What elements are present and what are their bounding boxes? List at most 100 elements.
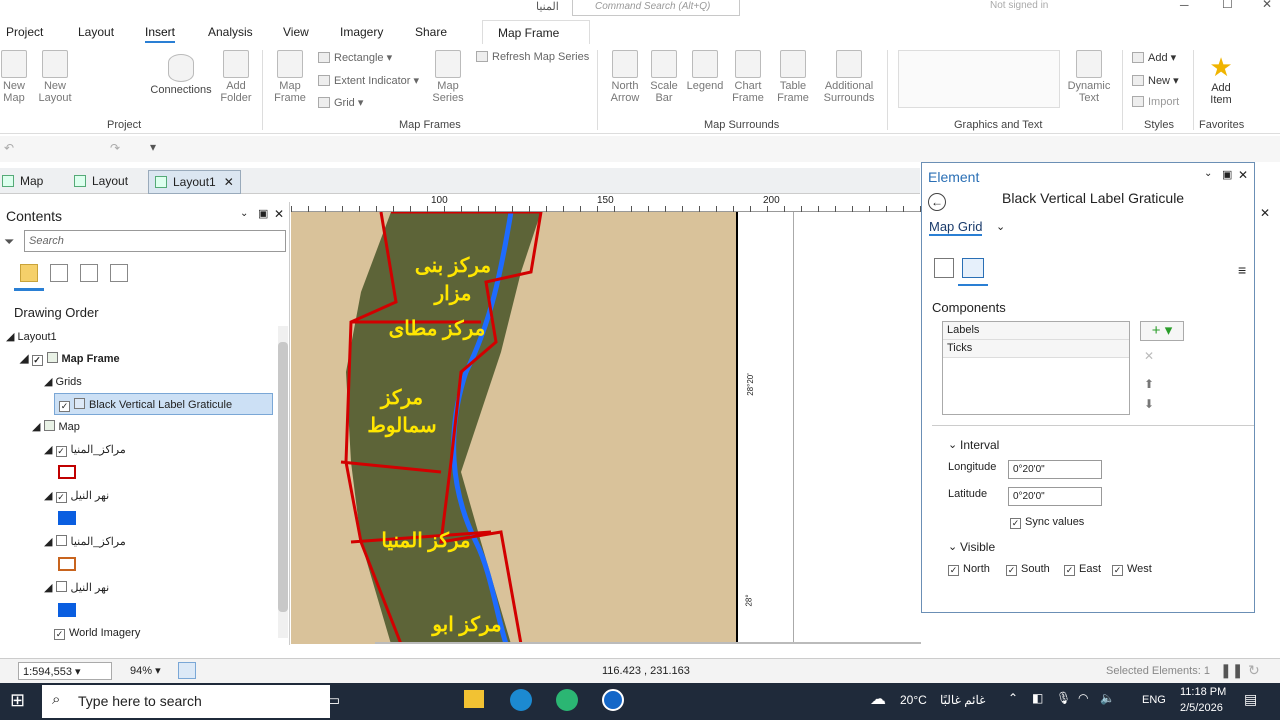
list-by-editing-icon[interactable] bbox=[110, 264, 128, 282]
arcgis-pro-icon[interactable] bbox=[602, 689, 624, 711]
layer-row-basemap[interactable]: ✓ World Imagery bbox=[54, 627, 140, 640]
grid-button[interactable]: Grid ▾ bbox=[318, 96, 363, 109]
add-folder-button[interactable]: Add Folder bbox=[218, 50, 254, 104]
component-row-ticks[interactable]: Ticks bbox=[943, 340, 1129, 358]
tree-layout1[interactable]: ◢ Layout1 bbox=[6, 330, 57, 343]
connections-button[interactable]: Connections bbox=[148, 54, 214, 96]
contents-scrollbar[interactable] bbox=[278, 326, 288, 638]
style-new-button[interactable]: New ▾ bbox=[1132, 74, 1179, 87]
layer-row[interactable]: ◢ ✓ نهر النيل bbox=[44, 489, 109, 503]
refresh-map-series-button[interactable]: Refresh Map Series bbox=[476, 51, 589, 63]
interval-chevron-icon[interactable]: ⌄ bbox=[948, 438, 957, 451]
close-icon[interactable]: ✕ bbox=[1262, 0, 1272, 11]
visibility-checkbox[interactable] bbox=[55, 535, 67, 546]
extent-indicator-button[interactable]: Extent Indicator ▾ bbox=[318, 74, 419, 87]
customize-icon[interactable]: ▾ bbox=[150, 140, 156, 154]
notification-icon[interactable]: ▤ bbox=[1244, 691, 1257, 708]
components-list[interactable]: Labels Ticks bbox=[942, 321, 1130, 415]
view-tab-map[interactable]: Map bbox=[2, 174, 43, 188]
table-frame-button[interactable]: Table Frame bbox=[772, 50, 814, 104]
refresh-icon[interactable]: ↻ bbox=[1248, 662, 1260, 679]
pane-maximize-icon[interactable]: ▣ bbox=[258, 207, 268, 220]
horizontal-scrollbar[interactable] bbox=[375, 642, 921, 644]
edge-icon[interactable] bbox=[556, 689, 578, 711]
visible-chevron-icon[interactable]: ⌄ bbox=[948, 540, 957, 553]
scale-bar-button[interactable]: Scale Bar bbox=[648, 50, 680, 104]
map-series-button[interactable]: Map Series bbox=[428, 50, 468, 104]
file-explorer-icon[interactable] bbox=[464, 690, 484, 708]
graphics-gallery[interactable] bbox=[898, 50, 1060, 108]
sync-values-checkbox[interactable]: ✓ Sync values bbox=[1010, 516, 1084, 529]
tray-network-icon[interactable]: ◧ bbox=[1032, 691, 1043, 705]
sign-in-status[interactable]: Not signed in bbox=[990, 0, 1048, 11]
pane-options-icon[interactable]: ⌄ bbox=[1204, 168, 1212, 179]
layout-map-view[interactable]: مركز بنى مزار مركز مطاى مركز سمالوط مركز… bbox=[291, 212, 921, 644]
weather-description[interactable]: غائم غالبًا bbox=[940, 693, 985, 707]
list-by-selection-icon[interactable] bbox=[80, 264, 98, 282]
tab-project[interactable]: Project bbox=[6, 25, 43, 39]
move-up-icon[interactable]: ⬆ bbox=[1144, 377, 1154, 391]
layer-row[interactable]: ◢ ✓ مراكز_المنيا bbox=[44, 443, 126, 457]
view-tab-layout[interactable]: Layout bbox=[74, 174, 128, 188]
chevron-down-icon[interactable]: ⌄ bbox=[996, 220, 1005, 233]
visibility-checkbox[interactable]: ✓ bbox=[55, 446, 67, 457]
legend-button[interactable]: Legend bbox=[684, 50, 726, 92]
remove-icon[interactable]: ✕ bbox=[1144, 349, 1154, 363]
view-tab-layout1[interactable]: Layout1 ✕ bbox=[148, 170, 241, 194]
component-row-labels[interactable]: Labels bbox=[943, 322, 1129, 340]
zoom-selector[interactable]: 94% ▾ bbox=[130, 664, 161, 677]
map-grid-dropdown[interactable]: Map Grid bbox=[929, 219, 983, 236]
properties-tab-icon[interactable] bbox=[934, 258, 954, 278]
new-map-button[interactable]: New Map bbox=[0, 50, 28, 104]
maximize-icon[interactable]: ☐ bbox=[1222, 0, 1233, 11]
add-item-button[interactable]: ★ Add Item bbox=[1200, 52, 1242, 106]
visibility-checkbox[interactable] bbox=[55, 581, 67, 592]
search-app-icon[interactable] bbox=[510, 689, 532, 711]
west-checkbox[interactable]: ✓ West bbox=[1112, 563, 1152, 576]
north-checkbox[interactable]: ✓ North bbox=[948, 563, 990, 576]
taskbar-search-box[interactable]: ⌕ Type here to search bbox=[42, 685, 330, 718]
contents-search-input[interactable]: Search bbox=[24, 230, 286, 252]
tree-map-frame[interactable]: ◢ ✓ Map Frame bbox=[20, 352, 120, 366]
tray-mic-icon[interactable]: 🎙 bbox=[1056, 691, 1071, 705]
list-by-source-icon[interactable] bbox=[50, 264, 68, 282]
add-component-button[interactable]: + ▾ bbox=[1140, 321, 1184, 341]
minimize-icon[interactable]: ─ bbox=[1180, 0, 1189, 12]
east-checkbox[interactable]: ✓ East bbox=[1064, 563, 1101, 576]
south-checkbox[interactable]: ✓ South bbox=[1006, 563, 1050, 576]
tray-wifi-icon[interactable]: ◠ bbox=[1078, 691, 1088, 705]
redo-icon[interactable]: ↷ bbox=[110, 141, 120, 155]
grid-snap-icon[interactable] bbox=[178, 662, 196, 679]
pane-maximize-icon[interactable]: ▣ bbox=[1222, 168, 1232, 181]
chart-frame-button[interactable]: Chart Frame bbox=[728, 50, 768, 104]
behind-pane-close-icon[interactable]: ✕ bbox=[1260, 206, 1270, 220]
visibility-checkbox[interactable]: ✓ bbox=[31, 355, 43, 366]
pane-options-icon[interactable]: ⌄ bbox=[240, 208, 248, 219]
tab-share[interactable]: Share bbox=[415, 25, 447, 39]
longitude-input[interactable]: 0°20'0" bbox=[1008, 460, 1102, 479]
weather-icon[interactable]: ☁ bbox=[870, 689, 886, 709]
tab-imagery[interactable]: Imagery bbox=[340, 25, 383, 39]
visibility-checkbox[interactable]: ✓ bbox=[55, 492, 67, 503]
layer-row[interactable]: ◢ مراكز_المنيا bbox=[44, 535, 126, 548]
style-add-button[interactable]: Add ▾ bbox=[1132, 51, 1176, 64]
rectangle-button[interactable]: Rectangle ▾ bbox=[318, 51, 392, 64]
move-down-icon[interactable]: ⬇ bbox=[1144, 397, 1154, 411]
tab-layout[interactable]: Layout bbox=[78, 25, 114, 39]
pane-close-icon[interactable]: ✕ bbox=[274, 207, 284, 221]
list-by-drawing-order-icon[interactable] bbox=[20, 264, 38, 282]
north-arrow-button[interactable]: North Arrow bbox=[604, 50, 646, 104]
close-tab-icon[interactable]: ✕ bbox=[224, 175, 234, 189]
latitude-input[interactable]: 0°20'0" bbox=[1008, 487, 1102, 506]
tab-map-frame[interactable]: Map Frame bbox=[482, 20, 590, 44]
windows-start-icon[interactable]: ⊞ bbox=[10, 690, 25, 711]
tray-chevron-icon[interactable]: ⌃ bbox=[1008, 691, 1018, 705]
back-arrow-icon[interactable]: ← bbox=[928, 193, 946, 211]
menu-icon[interactable]: ≡ bbox=[1238, 262, 1246, 278]
scale-selector[interactable]: 1:594,553 ▾ bbox=[18, 662, 112, 680]
map-frame-button[interactable]: Map Frame bbox=[270, 50, 310, 104]
visibility-checkbox[interactable]: ✓ bbox=[54, 629, 65, 640]
additional-surrounds-button[interactable]: Additional Surrounds bbox=[818, 50, 880, 104]
tab-view[interactable]: View bbox=[283, 25, 309, 39]
pane-close-icon[interactable]: ✕ bbox=[1238, 168, 1248, 182]
